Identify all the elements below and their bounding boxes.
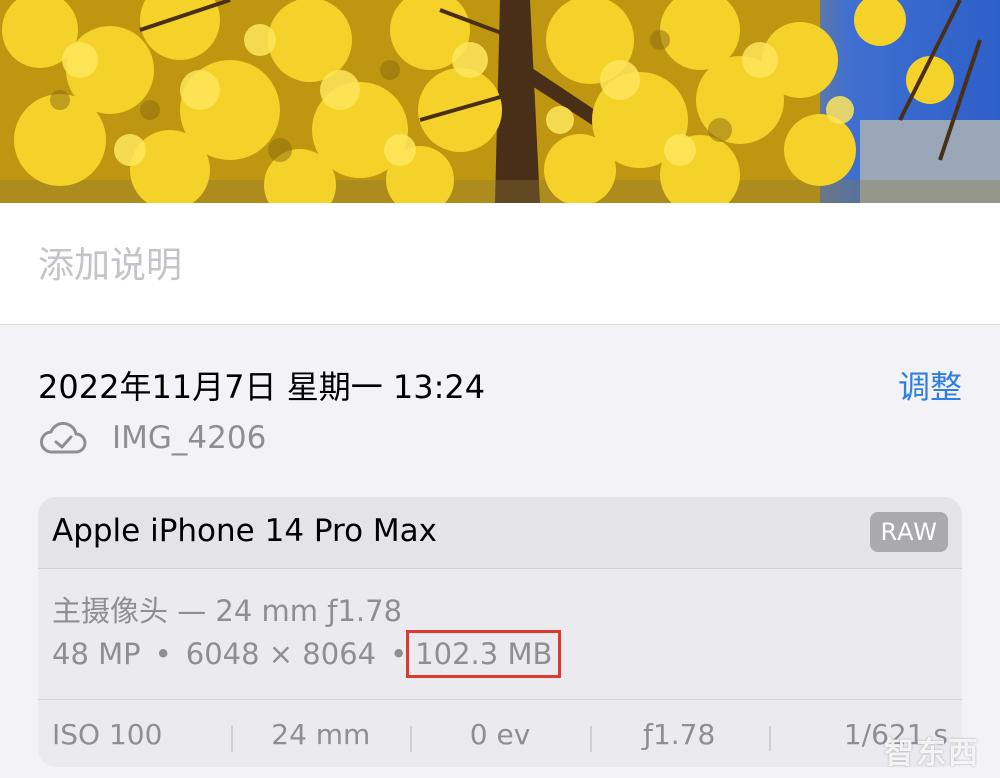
megapixels: 48 MP [52, 637, 141, 671]
icloud-check-icon [38, 418, 88, 458]
device-name: Apple iPhone 14 Pro Max [52, 513, 438, 549]
file-info-row: IMG_4206 [38, 418, 266, 458]
camera-header: Apple iPhone 14 Pro Max RAW [38, 497, 962, 569]
lens-info: 主摄像头 — 24 mm ƒ1.78 [52, 594, 403, 628]
raw-badge: RAW [870, 512, 948, 552]
filename: IMG_4206 [112, 420, 267, 456]
resolution: 6048 × 8064 [185, 637, 377, 671]
photo-preview[interactable] [0, 0, 1000, 203]
date-time: 2022年11月7日 星期一 13:24 [38, 368, 486, 406]
camera-info-card: Apple iPhone 14 Pro Max RAW 主摄像头 — 24 mm… [38, 497, 962, 767]
file-size-highlight: 102.3 MB [406, 630, 562, 678]
exif-aperture: ƒ1.78 [589, 718, 769, 752]
exif-exposure-value: 0 ev [410, 718, 589, 752]
caption-section [0, 203, 1000, 325]
caption-input[interactable] [38, 237, 938, 293]
separator-dot: • [154, 637, 172, 671]
image-specs: 48 MP • 6048 × 8064 • 102.3 MB [52, 630, 562, 678]
adjust-button[interactable]: 调整 [898, 362, 962, 408]
file-size: 102.3 MB [415, 637, 553, 671]
exif-focal-length: 24 mm [231, 718, 410, 752]
ginkgo-tree-image [0, 0, 1000, 203]
watermark-logo: 智东西 [884, 736, 980, 771]
separator-dot: • [390, 637, 408, 671]
exif-iso: ISO 100 [52, 717, 163, 751]
exif-row: ISO 100 24 mm 0 ev ƒ1.78 1/621 s [38, 699, 962, 767]
